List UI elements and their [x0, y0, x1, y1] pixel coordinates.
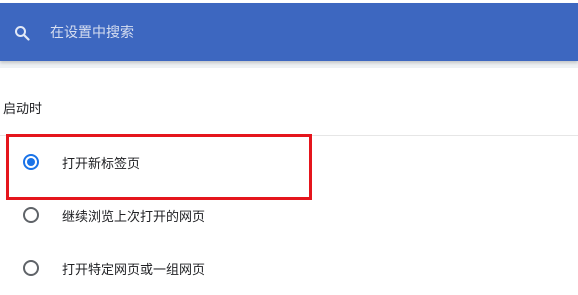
search-settings-input[interactable] [50, 20, 530, 46]
search-icon[interactable] [14, 25, 30, 41]
radio-button[interactable] [23, 207, 39, 223]
startup-option-label: 打开新标签页 [62, 157, 141, 172]
radio-button[interactable] [23, 260, 39, 276]
radio-button-selected[interactable] [23, 154, 39, 170]
startup-option-new-tab[interactable]: 打开新标签页 [0, 145, 578, 179]
startup-section-title: 启动时 [3, 102, 43, 117]
startup-option-specific-pages[interactable]: 打开特定网页或一组网页 [0, 251, 578, 285]
startup-option-continue[interactable]: 继续浏览上次打开的网页 [0, 198, 578, 232]
settings-search-bar [0, 3, 578, 61]
startup-option-label: 继续浏览上次打开的网页 [62, 210, 206, 225]
divider [0, 135, 578, 136]
startup-option-label: 打开特定网页或一组网页 [62, 263, 206, 278]
settings-page: 启动时 打开新标签页 继续浏览上次打开的网页 打开特定网页或一组网页 [0, 0, 578, 295]
